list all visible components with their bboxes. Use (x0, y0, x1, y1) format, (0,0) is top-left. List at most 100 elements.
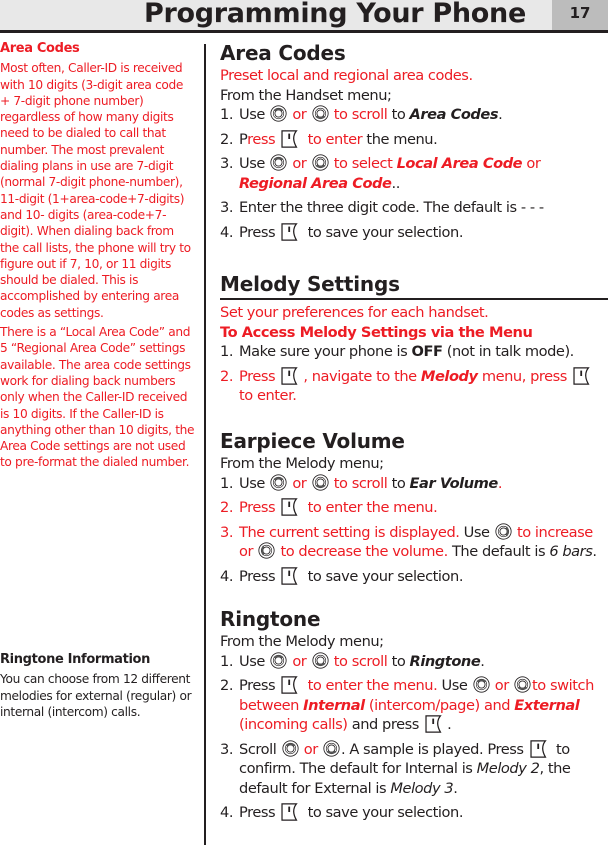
text: Use (239, 474, 265, 492)
text: P (239, 130, 248, 148)
step-number: 2. (220, 677, 234, 694)
text: ress (247, 130, 276, 148)
text: the menu. (366, 130, 438, 148)
step: 2. Press to enter the menu. (220, 130, 608, 150)
menu-option: Internal (303, 696, 365, 714)
text: Use (441, 677, 468, 694)
step-number: 4. (220, 567, 234, 585)
text: Use (463, 523, 490, 541)
step: 2. Press , navigate to the Melody menu, … (220, 367, 608, 406)
softkey-icon (281, 223, 301, 241)
section-subheading: To Access Melody Settings via the Menu (220, 323, 533, 341)
menu-option: Regional Area Code (239, 174, 392, 192)
text: . (453, 779, 458, 797)
nav-up-icon (473, 676, 490, 693)
sidebar-ringtone-note: Ringtone Information You can choose from… (0, 652, 196, 723)
text: to save your selection. (307, 567, 464, 585)
text: to (391, 106, 406, 123)
nav-down-icon (323, 740, 340, 757)
text: to enter. (239, 387, 297, 404)
step: 1. Use or to scroll to Area Codes. (220, 105, 608, 125)
text: OFF (411, 343, 443, 360)
text: . (497, 474, 503, 492)
nav-down-icon (312, 105, 329, 122)
section-ringtone: Ringtone From the Melody menu; 1. Use or… (220, 606, 608, 823)
softkey-icon (281, 803, 301, 821)
step-number: 1. (220, 474, 234, 492)
nav-up-icon (270, 154, 287, 171)
sidebar-paragraph: You can choose from 12 different melodie… (0, 672, 192, 719)
text: Press (239, 567, 276, 585)
section-from: From the Handset menu; (220, 86, 392, 104)
section-earpiece-volume: Earpiece Volume From the Melody menu; 1.… (220, 428, 608, 586)
step: 2. Press to enter the menu. (220, 498, 608, 518)
text: Press (239, 223, 276, 241)
column-divider (204, 44, 206, 845)
text: to enter (307, 130, 363, 148)
step-number: 3. (220, 740, 234, 758)
text: to enter the menu. (307, 677, 438, 694)
softkey-icon (281, 676, 301, 694)
step-number: 4. (220, 804, 234, 821)
text: (not in talk mode). (446, 343, 575, 360)
text: Use (239, 155, 265, 172)
text: Press (239, 367, 276, 385)
softkey-icon (425, 715, 445, 733)
step: 4. Press to save your selection. (220, 223, 608, 243)
text: to select (333, 155, 393, 172)
menu-target: Area Codes (409, 106, 499, 123)
text: to (532, 677, 546, 694)
section-intro: Preset local and regional area codes. (220, 67, 473, 84)
text: or (292, 155, 307, 172)
step-text: Press to enter the menu. Use or to switc… (239, 676, 608, 735)
section-rule (220, 298, 608, 300)
step: 3. Scroll or . A sample is played. Press… (220, 740, 608, 799)
step-text: Press to save your selection. (239, 223, 608, 243)
section-title: Earpiece Volume (220, 429, 405, 453)
text: Press (239, 499, 276, 516)
step-number: 1. (220, 343, 234, 360)
text: to (391, 474, 406, 492)
text: to increase (516, 523, 593, 541)
section-area-codes: Area Codes Preset local and regional are… (220, 40, 608, 242)
text: Press (239, 677, 276, 694)
text: . (592, 543, 597, 560)
text: to (391, 652, 406, 670)
nav-up-icon (270, 105, 287, 122)
step-number: 3. (220, 199, 234, 216)
nav-up-icon (270, 652, 287, 669)
menu-target: Ear Volume (409, 474, 499, 492)
text: or (303, 740, 318, 758)
step-text: Use or to scroll to Ringtone. (239, 652, 608, 672)
text: or (239, 543, 254, 560)
text: The current setting is displayed. (239, 523, 460, 541)
step: 1. Use or to scroll to Ringtone. (220, 652, 608, 672)
text: or (494, 677, 509, 694)
text: Press (239, 804, 276, 821)
step-text: Press to save your selection. (239, 567, 608, 587)
step-text: Use or to scroll to Area Codes. (239, 105, 608, 125)
step: 3. Enter the three digit code. The defau… (220, 198, 608, 218)
nav-down-icon (312, 474, 329, 491)
step-number: 3. (220, 155, 234, 172)
section-from: From the Melody menu; (220, 633, 384, 650)
step: 3. Use or to select Local Area Code or R… (220, 154, 608, 193)
step: 2. Press to enter the menu. Use or to sw… (220, 676, 608, 735)
step-text: Press to save your selection. (239, 803, 608, 823)
text: Scroll (239, 740, 277, 758)
section-from: From the Melody menu; (220, 455, 384, 472)
step-number: 1. (220, 652, 234, 670)
softkey-icon (281, 130, 301, 148)
text: to scroll (333, 474, 388, 492)
step-text: Use or to select Local Area Code or Regi… (239, 154, 608, 193)
step: 1. Use or to scroll to Ear Volume. (220, 474, 608, 494)
softkey-icon (530, 740, 550, 758)
text: (intercom/page) and (368, 696, 511, 714)
text: Use (239, 652, 265, 670)
default-value: Melody 2 (476, 760, 540, 777)
page-title: Programming Your Phone (143, 0, 526, 29)
softkey-icon (281, 498, 301, 516)
section-melody-settings: Melody Settings Set your preferences for… (220, 271, 608, 406)
step-number: 3. (220, 523, 234, 541)
nav-down-icon (312, 154, 329, 171)
